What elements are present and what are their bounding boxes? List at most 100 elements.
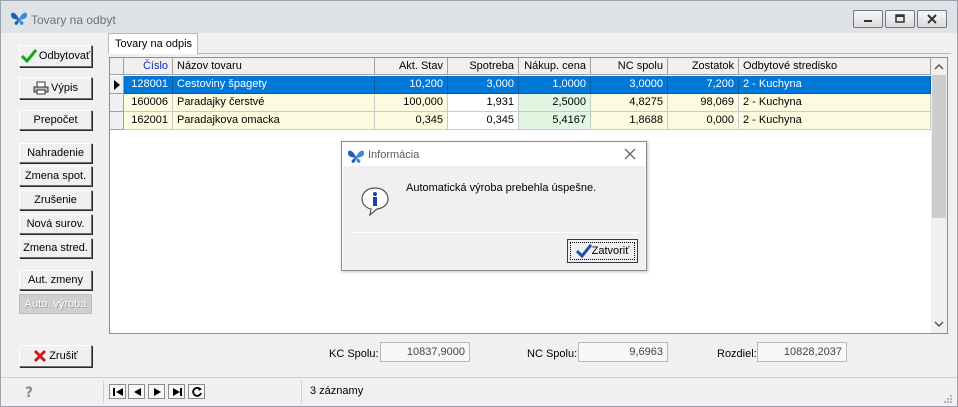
table-row[interactable]: 128001 Cestoviny špagety 10,200 3,000 1,…: [110, 76, 931, 94]
resize-grip-icon[interactable]: [943, 394, 953, 404]
title-bar: Tovary na odbyt: [1, 1, 957, 33]
nova-surov-button[interactable]: Nová surov.: [19, 214, 92, 234]
last-icon: [173, 388, 182, 396]
printer-icon: [33, 81, 49, 95]
odbytovat-button[interactable]: Odbytovať: [19, 45, 92, 67]
information-icon: [361, 187, 389, 216]
cell-akt-stav: 0,345: [375, 112, 448, 130]
cell-nc-spolu: 3,0000: [591, 76, 668, 94]
checkmark-icon: [575, 244, 592, 259]
table-row[interactable]: 160006 Paradajky čerstvé 100,000 1,931 2…: [110, 94, 931, 112]
row-indicator: [110, 76, 124, 94]
next-icon: [154, 388, 161, 396]
status-separator: [103, 381, 104, 403]
rozdiel-label: Rozdiel:: [717, 348, 757, 360]
cell-cislo: 162001: [124, 112, 173, 130]
cell-zostatok: 7,200: [668, 76, 739, 94]
scrollbar-thumb[interactable]: [932, 75, 946, 218]
dialog-message: Automatická výroba prebehla úspešne.: [406, 182, 597, 194]
prev-icon: [134, 388, 141, 396]
table-row[interactable]: 162001 Paradajkova omacka 0,345 0,345 5,…: [110, 112, 931, 130]
left-toolbar: Odbytovať Výpis Prepočet Nahradenie Zmen…: [1, 33, 107, 376]
checkmark-icon: [20, 49, 37, 64]
dialog-footer: Zatvoriť: [343, 235, 645, 270]
cell-cislo: 128001: [124, 76, 173, 94]
refresh-button[interactable]: [188, 384, 205, 399]
window-title: Tovary na odbyt: [31, 13, 116, 27]
cell-nc-spolu: 1,8688: [591, 112, 668, 130]
info-dialog: Informácia Automatická výroba prebehla ú…: [341, 141, 647, 271]
col-spotreba[interactable]: Spotreba: [448, 58, 519, 75]
prev-record-button[interactable]: [128, 384, 145, 399]
grid-header: Číslo Názov tovaru Akt. Stav Spotreba Ná…: [110, 58, 931, 75]
scroll-down-icon[interactable]: [931, 317, 947, 331]
scroll-up-icon[interactable]: [931, 60, 947, 74]
cell-spotreba: 1,931: [448, 94, 519, 112]
cell-nazov: Paradajkova omacka: [173, 112, 375, 130]
nahradenie-button[interactable]: Nahradenie: [19, 143, 92, 163]
close-icon: [927, 14, 937, 24]
red-x-icon: [34, 350, 47, 363]
zmena-stred-button[interactable]: Zmena stred.: [19, 238, 92, 258]
next-record-button[interactable]: [148, 384, 165, 399]
record-count: 3 záznamy: [310, 385, 364, 397]
maximize-button[interactable]: [885, 10, 915, 28]
restore-icon: [895, 14, 905, 23]
cell-stredisko: 2 - Kuchyna: [739, 112, 931, 130]
cell-akt-stav: 10,200: [375, 76, 448, 94]
zatvorit-button[interactable]: Zatvoriť: [567, 239, 638, 263]
vertical-scrollbar[interactable]: [931, 58, 947, 333]
aut-zmeny-button[interactable]: Aut. zmeny: [19, 270, 92, 290]
butterfly-icon: [348, 150, 364, 163]
close-button[interactable]: [917, 10, 947, 28]
header-indicator: [110, 58, 124, 75]
cell-stredisko: 2 - Kuchyna: [739, 94, 931, 112]
current-row-arrow-icon: [114, 80, 120, 90]
last-record-button[interactable]: [168, 384, 185, 399]
kc-spolu-field: 10837,9000: [380, 342, 470, 362]
prepocet-button[interactable]: Prepočet: [19, 110, 92, 130]
col-cislo[interactable]: Číslo: [124, 58, 173, 75]
col-nazov[interactable]: Názov tovaru: [173, 58, 375, 75]
first-record-button[interactable]: [109, 384, 126, 399]
rozdiel-field: 10828,2037: [757, 342, 847, 362]
auto-vyroba-button: Auto. výroba: [19, 294, 92, 314]
first-icon: [113, 388, 123, 396]
butterfly-icon: [11, 12, 27, 25]
cell-nakup-cena: 5,4167: [519, 112, 591, 130]
minimize-icon: [864, 20, 872, 22]
col-nc-spolu[interactable]: NC spolu: [591, 58, 668, 75]
cell-akt-stav: 100,000: [375, 94, 448, 112]
zrusenie-button[interactable]: Zrušenie: [19, 190, 92, 210]
refresh-icon: [192, 387, 202, 397]
zrusit-label: Zrušiť: [49, 350, 78, 363]
cell-nazov: Cestoviny špagety: [173, 76, 375, 94]
row-indicator: [110, 112, 124, 130]
odbytovat-label: Odbytovať: [38, 50, 91, 63]
cell-cislo: 160006: [124, 94, 173, 112]
cell-spotreba: 3,000: [448, 76, 519, 94]
help-icon[interactable]: ?: [23, 384, 37, 400]
cell-spotreba: 0,345: [448, 112, 519, 130]
tab-tovary-na-odpis[interactable]: Tovary na odpis: [108, 33, 198, 54]
cell-nakup-cena: 1,0000: [519, 76, 591, 94]
status-bar: ? 3 záznamy: [1, 377, 957, 406]
col-stredisko[interactable]: Odbytové stredisko: [739, 58, 931, 75]
zmena-spot-button[interactable]: Zmena spot.: [19, 166, 92, 186]
vypis-button[interactable]: Výpis: [19, 77, 92, 99]
dialog-title: Informácia: [368, 149, 420, 161]
cell-zostatok: 98,069: [668, 94, 739, 112]
nc-spolu-label: NC Spolu:: [527, 348, 578, 360]
status-separator: [301, 381, 302, 403]
zrusit-button[interactable]: Zrušiť: [19, 345, 92, 367]
cell-nazov: Paradajky čerstvé: [173, 94, 375, 112]
main-window: Tovary na odbyt Odbytovať Výpis Prepočet…: [0, 0, 958, 407]
zatvorit-label: Zatvoriť: [591, 245, 630, 258]
nc-spolu-field: 9,6963: [578, 342, 668, 362]
dialog-body: Automatická výroba prebehla úspešne.: [343, 166, 645, 235]
col-zostatok[interactable]: Zostatok: [668, 58, 739, 75]
dialog-close-icon[interactable]: [623, 147, 637, 161]
col-nakup-cena[interactable]: Nákup. cena: [519, 58, 591, 75]
minimize-button[interactable]: [853, 10, 883, 28]
col-akt-stav[interactable]: Akt. Stav: [375, 58, 448, 75]
